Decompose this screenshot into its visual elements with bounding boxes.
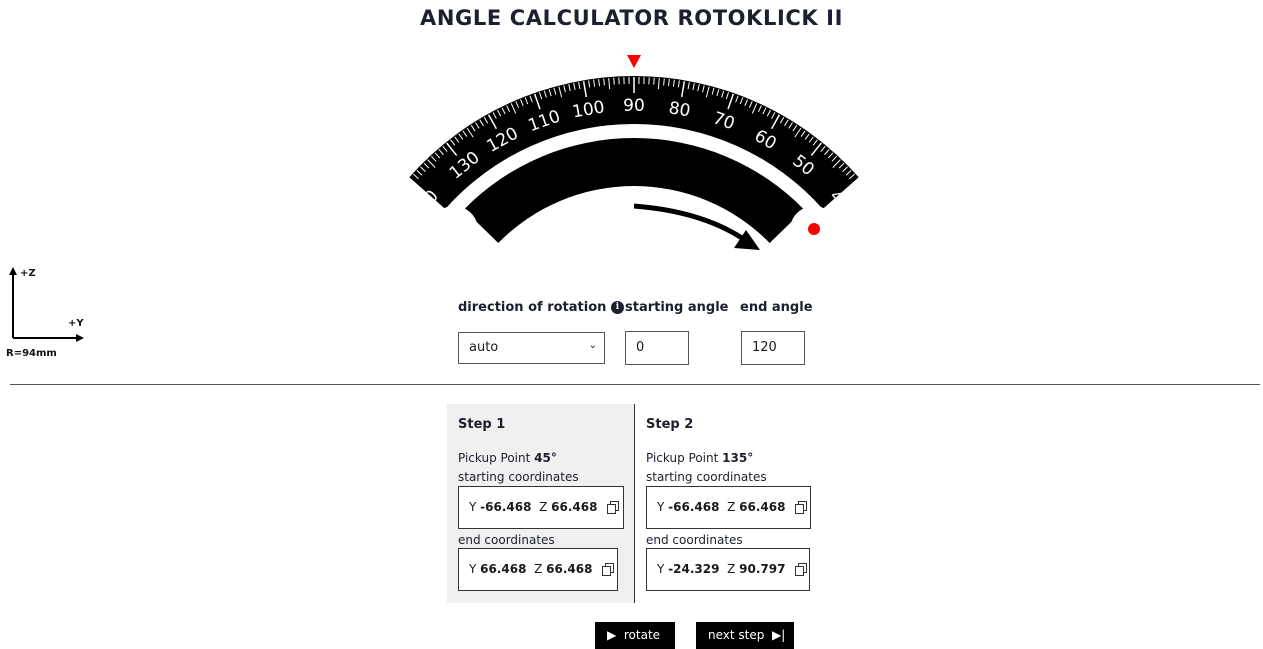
step-1-end-label: end coordinates [458, 533, 555, 547]
scale-tick [663, 78, 665, 86]
step-1-end-coords: Y 66.468 Z 66.468 [458, 548, 618, 591]
next-step-button[interactable]: next step ▶​| [696, 622, 794, 649]
scale-label: 90 [623, 96, 645, 116]
axes-icon [9, 267, 84, 342]
direction-select-value: auto [469, 340, 499, 355]
radius-label: R=94mm [6, 348, 57, 359]
step-2-pickup: Pickup Point 135° [646, 451, 754, 465]
chevron-down-icon: ⌄ [588, 340, 597, 351]
z-axis-label: +Z [20, 268, 36, 279]
direction-label: direction of rotation [458, 300, 607, 315]
left-pivot-circle [430, 206, 478, 254]
copy-icon[interactable] [602, 563, 615, 576]
end-angle-label: end angle [740, 300, 813, 315]
step-2-end-coords: Y -24.329 Z 90.797 [646, 548, 810, 591]
starting-angle-label: starting angle [625, 300, 729, 315]
scale-tick [603, 78, 605, 86]
rotate-button[interactable]: ▶ rotate [595, 622, 675, 649]
direction-select[interactable]: auto ⌄ [458, 332, 605, 364]
skip-forward-icon: ▶​| [772, 628, 786, 642]
step-2-start-coords: Y -66.468 Z 66.468 [646, 486, 811, 529]
angle-dial: 0130120110 100 90 80 7060504 [409, 55, 859, 254]
step-1-start-label: starting coordinates [458, 470, 579, 484]
copy-icon[interactable] [795, 501, 808, 514]
page-title: ANGLE CALCULATOR ROTOKLICK II [420, 6, 843, 30]
step-2-start-label: starting coordinates [646, 470, 767, 484]
pointer-triangle-icon [627, 55, 641, 68]
step-1-start-coords: Y -66.468 Z 66.468 [458, 486, 624, 529]
step-2-end-label: end coordinates [646, 533, 743, 547]
info-icon[interactable]: i [611, 301, 624, 314]
step-1-title: Step 1 [458, 417, 506, 432]
step-divider [634, 404, 635, 603]
copy-icon[interactable] [607, 501, 620, 514]
scale-label: 80 [667, 98, 692, 121]
end-angle-input[interactable]: 120 [741, 331, 805, 365]
position-marker [808, 223, 820, 235]
y-axis-label: +Y [68, 318, 84, 329]
step-2-title: Step 2 [646, 417, 694, 432]
step-1-pickup: Pickup Point 45° [458, 451, 557, 465]
play-icon: ▶ [607, 628, 617, 642]
section-divider [10, 384, 1260, 385]
copy-icon[interactable] [795, 563, 808, 576]
clockwise-arrow [633, 203, 744, 241]
starting-angle-input[interactable]: 0 [625, 331, 689, 365]
axes-indicator: +Z +Y R=94mm [6, 266, 96, 366]
